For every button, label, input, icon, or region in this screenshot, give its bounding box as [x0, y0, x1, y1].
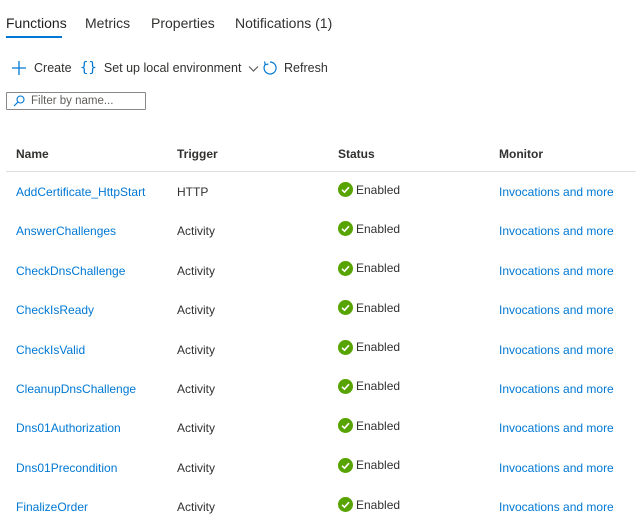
refresh-button[interactable]: Refresh — [262, 56, 328, 80]
trigger-type: Activity — [177, 421, 216, 436]
check-circle-icon — [338, 457, 353, 473]
check-circle-icon — [338, 418, 353, 434]
column-header-monitor[interactable]: Monitor — [499, 147, 543, 161]
monitor-link[interactable]: Invocations and more — [499, 500, 614, 514]
function-name-link[interactable]: CleanupDnsChallenge — [16, 382, 136, 396]
check-circle-icon — [338, 339, 353, 355]
status-cell: Enabled — [338, 182, 400, 197]
active-tab-indicator — [6, 36, 62, 38]
status-cell: Enabled — [338, 457, 401, 473]
table-row: Dns01Precondition Activity Enabled Invoc… — [6, 448, 636, 487]
tab-metrics[interactable]: Metrics — [85, 15, 130, 31]
tab-properties[interactable]: Properties — [151, 15, 215, 31]
function-name-link[interactable]: CheckIsReady — [16, 303, 94, 317]
table-header: Name Trigger Status Monitor — [6, 138, 636, 172]
table-row: FinalizeOrder Activity Enabled Invocatio… — [6, 487, 636, 526]
function-name-link[interactable]: AnswerChallenges — [16, 224, 116, 238]
create-button[interactable]: Create — [11, 56, 72, 80]
trigger-type: Activity — [177, 342, 216, 357]
column-header-name[interactable]: Name — [16, 147, 49, 161]
table-row: CheckDnsChallenge Activity Enabled Invoc… — [6, 251, 636, 290]
setup-label: Set up local environment — [103, 61, 242, 75]
column-header-status[interactable]: Status — [338, 147, 375, 161]
trigger-type: Activity — [177, 460, 216, 475]
status-cell: Enabled — [338, 378, 401, 394]
trigger-type: Activity — [177, 263, 216, 278]
status-label: Enabled — [356, 261, 401, 276]
monitor-link[interactable]: Invocations and more — [499, 224, 614, 238]
check-circle-icon — [338, 221, 353, 237]
monitor-link[interactable]: Invocations and more — [499, 185, 614, 199]
plus-icon — [11, 60, 27, 76]
trigger-type: Activity — [177, 500, 216, 515]
status-cell: Enabled — [338, 497, 401, 513]
status-label: Enabled — [356, 379, 401, 394]
braces-icon: {} — [80, 60, 97, 76]
trigger-type: Activity — [177, 303, 216, 318]
filter-box — [6, 92, 146, 110]
status-label: Enabled — [356, 418, 401, 433]
table-body: AddCertificate_HttpStart HTTP Enabled In… — [6, 172, 636, 527]
trigger-type: HTTP — [177, 185, 209, 199]
function-name-link[interactable]: FinalizeOrder — [16, 500, 88, 514]
function-name-link[interactable]: Dns01Authorization — [16, 421, 121, 435]
tab-notifications[interactable]: Notifications (1) — [235, 15, 332, 31]
refresh-icon — [262, 60, 278, 76]
status-label: Enabled — [356, 458, 401, 473]
status-cell: Enabled — [338, 300, 401, 316]
setup-local-environment-button[interactable]: {} Set up local environment — [80, 56, 259, 80]
monitor-link[interactable]: Invocations and more — [499, 343, 614, 357]
status-label: Enabled — [356, 182, 401, 197]
monitor-link[interactable]: Invocations and more — [499, 264, 614, 278]
status-cell: Enabled — [338, 418, 401, 434]
check-circle-icon — [338, 300, 353, 316]
tab-functions[interactable]: Functions — [6, 15, 67, 31]
functions-table: Name Trigger Status Monitor AddCertifica… — [6, 138, 636, 527]
function-name-link[interactable]: Dns01Precondition — [16, 461, 117, 475]
filter-by-name-input[interactable] — [31, 95, 139, 107]
table-row: Dns01Authorization Activity Enabled Invo… — [6, 408, 636, 447]
status-label: Enabled — [356, 497, 401, 512]
status-cell: Enabled — [338, 339, 401, 355]
status-label: Enabled — [356, 340, 401, 355]
check-circle-icon — [338, 182, 353, 197]
refresh-label: Refresh — [284, 61, 328, 75]
monitor-link[interactable]: Invocations and more — [499, 382, 614, 396]
check-circle-icon — [338, 378, 353, 394]
table-row: CheckIsValid Activity Enabled Invocation… — [6, 330, 636, 369]
table-row: CleanupDnsChallenge Activity Enabled Inv… — [6, 369, 636, 408]
chevron-down-icon — [248, 63, 259, 74]
monitor-link[interactable]: Invocations and more — [499, 421, 614, 435]
monitor-link[interactable]: Invocations and more — [499, 461, 614, 475]
status-label: Enabled — [356, 221, 401, 236]
create-label: Create — [34, 61, 72, 75]
status-cell: Enabled — [338, 221, 401, 237]
function-name-link[interactable]: AddCertificate_HttpStart — [16, 185, 145, 199]
table-row: AddCertificate_HttpStart HTTP Enabled In… — [6, 172, 636, 211]
tab-bar: Functions Metrics Properties Notificatio… — [0, 0, 638, 46]
check-circle-icon — [338, 497, 353, 513]
check-circle-icon — [338, 260, 353, 276]
function-name-link[interactable]: CheckDnsChallenge — [16, 264, 125, 278]
table-row: CheckIsReady Activity Enabled Invocation… — [6, 290, 636, 329]
status-cell: Enabled — [338, 260, 401, 276]
trigger-type: Activity — [177, 224, 216, 239]
search-icon — [13, 95, 25, 107]
column-header-trigger[interactable]: Trigger — [177, 147, 218, 161]
command-bar: Create {} Set up local environment Refre… — [0, 56, 638, 80]
table-row: AnswerChallenges Activity Enabled Invoca… — [6, 211, 636, 250]
monitor-link[interactable]: Invocations and more — [499, 303, 614, 317]
trigger-type: Activity — [177, 381, 216, 396]
status-label: Enabled — [356, 300, 401, 315]
function-name-link[interactable]: CheckIsValid — [16, 343, 85, 357]
